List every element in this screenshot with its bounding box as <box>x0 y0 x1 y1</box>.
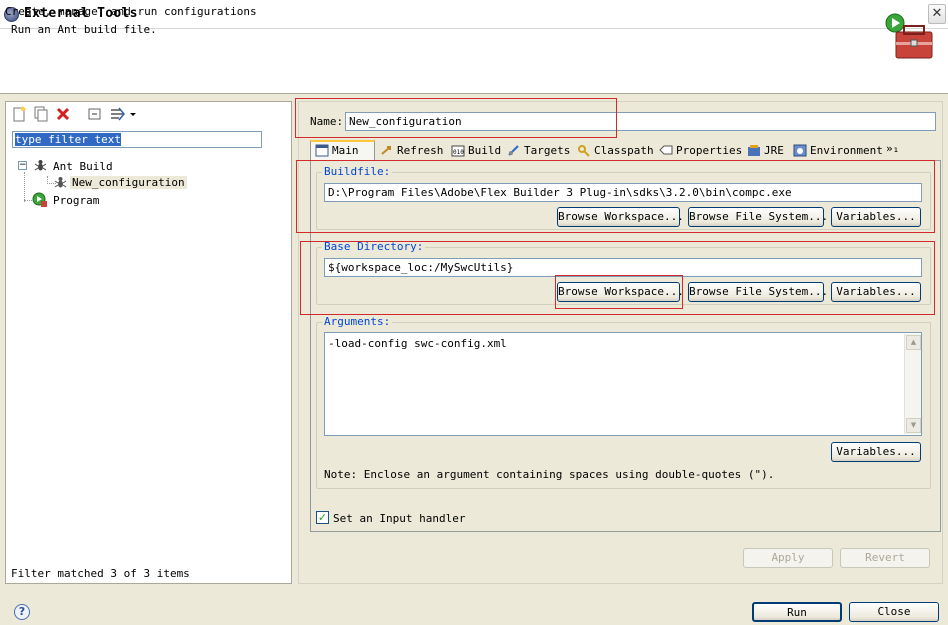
ant-config-icon <box>54 177 67 188</box>
arguments-note: Note: Enclose an argument containing spa… <box>324 468 775 481</box>
tab-label: Main <box>332 144 359 157</box>
basedir-browse-file-system-button[interactable]: Browse File System... <box>688 282 828 302</box>
arguments-scrollbar[interactable]: ▲ ▼ <box>904 334 921 434</box>
targets-icon <box>508 145 519 156</box>
tree-collapse-toggle[interactable]: − <box>18 161 27 170</box>
arguments-textarea[interactable]: -load-config swc-config.xml <box>324 332 922 436</box>
environment-icon <box>793 144 807 157</box>
tab-classpath[interactable]: Classpath <box>574 142 654 160</box>
tab-label: JRE <box>764 144 784 157</box>
arguments-label: Arguments: <box>322 315 393 328</box>
buildfile-variables-button[interactable]: Variables... <box>831 207 921 227</box>
input-handler-label: Set an Input handler <box>333 512 466 525</box>
revert-button[interactable]: Revert <box>840 548 930 568</box>
tree-guide <box>24 200 32 201</box>
filter-icon[interactable] <box>109 106 139 122</box>
scroll-down-arrow[interactable]: ▼ <box>906 418 921 433</box>
tree-item-label: Program <box>53 194 100 207</box>
tab-label: Environment <box>810 144 883 157</box>
tab-build[interactable]: 010 Build <box>448 142 501 160</box>
tab-properties[interactable]: Properties <box>656 142 742 160</box>
tab-environment[interactable]: Environment <box>790 142 883 160</box>
tree-item-label: Ant Build <box>53 160 113 173</box>
tab-label: Refresh <box>397 144 444 157</box>
name-field[interactable]: New_configuration <box>345 112 936 131</box>
run-button[interactable]: Run <box>752 602 842 622</box>
collapse-all-icon[interactable] <box>87 106 103 122</box>
basedir-variables-button[interactable]: Variables... <box>831 282 921 302</box>
tab-main-label[interactable]: Main <box>312 142 359 160</box>
arguments-value: -load-config swc-config.xml <box>328 337 507 350</box>
banner-title: Create, manage, and run configurations <box>5 5 257 18</box>
tab-refresh[interactable]: Refresh <box>377 142 443 160</box>
banner-message: Run an Ant build file. <box>11 23 157 36</box>
new-config-icon[interactable] <box>11 106 27 122</box>
tabs-overflow-button[interactable]: »₁ <box>886 142 899 155</box>
ant-icon <box>34 160 47 171</box>
arguments-variables-button[interactable]: Variables... <box>831 442 921 462</box>
toolbox-run-icon <box>885 13 933 59</box>
scroll-up-arrow[interactable]: ▲ <box>906 335 921 350</box>
tab-label: Properties <box>676 144 743 157</box>
tab-label: Targets <box>524 144 571 157</box>
classpath-icon <box>578 145 590 157</box>
tab-jre[interactable]: JRE <box>744 142 784 160</box>
tab-targets[interactable]: Targets <box>504 142 570 160</box>
tree-item-label: New_configuration <box>70 176 187 189</box>
delete-icon[interactable] <box>55 106 71 122</box>
base-directory-field[interactable]: ${workspace_loc:/MySwcUtils} <box>324 258 922 277</box>
filter-status: Filter matched 3 of 3 items <box>11 567 190 580</box>
close-button[interactable]: Close <box>849 602 939 622</box>
jre-icon <box>748 145 760 156</box>
properties-icon <box>659 145 673 155</box>
svg-text:010: 010 <box>453 149 464 156</box>
input-handler-checkbox[interactable]: ✓ <box>316 511 329 524</box>
tab-label: Build <box>468 144 502 157</box>
build-icon: 010 <box>451 145 465 157</box>
buildfile-label: Buildfile: <box>322 165 393 178</box>
program-icon <box>32 192 47 207</box>
refresh-icon <box>381 146 391 155</box>
buildfile-browse-workspace-button[interactable]: Browse Workspace... <box>557 207 684 227</box>
duplicate-icon[interactable] <box>33 106 49 122</box>
tree-guide <box>24 172 25 202</box>
basedir-browse-workspace-button[interactable]: Browse Workspace... <box>557 282 684 302</box>
apply-button[interactable]: Apply <box>743 548 833 568</box>
filter-input[interactable]: type filter text <box>12 131 262 148</box>
help-icon[interactable]: ? <box>14 604 30 620</box>
base-directory-label: Base Directory: <box>322 240 426 253</box>
header-banner <box>0 29 948 94</box>
name-label: Name: <box>310 115 344 128</box>
buildfile-browse-file-system-button[interactable]: Browse File System... <box>688 207 828 227</box>
configuration-list-panel <box>5 101 292 584</box>
tab-label: Classpath <box>594 144 654 157</box>
main-tab-icon <box>315 144 329 157</box>
buildfile-field[interactable]: D:\Program Files\Adobe\Flex Builder 3 Pl… <box>324 183 922 202</box>
